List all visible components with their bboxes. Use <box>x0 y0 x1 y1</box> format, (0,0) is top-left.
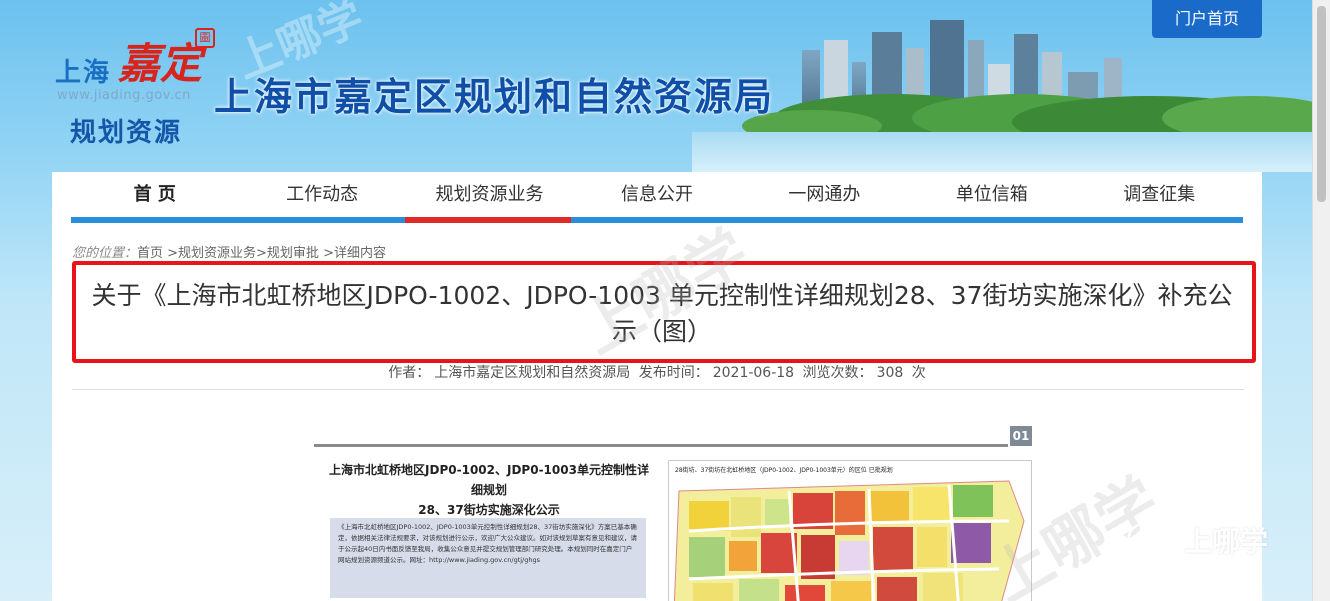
breadcrumb-label: 您的位置： <box>72 246 138 261</box>
logo-district-text: 嘉定 <box>118 39 203 88</box>
wechat-badge: 上哪学 <box>1126 520 1268 560</box>
map-caption: 28街坊、37街坊在北虹桥地区（JDP0-1002、JDP0-1003单元）的区… <box>675 467 893 474</box>
article-title: 关于《上海市北虹桥地区JDPO-1002、JDPO-1003 单元控制性详细规划… <box>91 281 1233 346</box>
published-label: 发布时间： <box>638 365 709 381</box>
published-value: 2021-06-18 <box>712 365 795 381</box>
logo-subtitle: 规划资源 <box>70 118 183 148</box>
author-label: 作者： <box>388 365 431 381</box>
nav-active-indicator <box>405 217 571 223</box>
main-nav: 首 页 工作动态 规划资源业务 信息公开 一网通办 单位信箱 调查征集 <box>71 172 1243 220</box>
site-title: 上海市嘉定区规划和自然资源局 <box>214 75 775 119</box>
breadcrumb: 您的位置：首页 >规划资源业务>规划审批 >详细内容 <box>72 242 386 261</box>
nav-item-home[interactable]: 首 页 <box>71 172 238 220</box>
nav-underline <box>71 217 1243 223</box>
content-card: 首 页 工作动态 规划资源业务 信息公开 一网通办 单位信箱 调查征集 您的位置… <box>52 172 1262 601</box>
views-value: 308 <box>876 365 904 381</box>
portal-home-button[interactable]: 门户首页 <box>1152 0 1262 38</box>
notice-top-rule <box>314 444 1008 447</box>
article-meta: 作者： 上海市嘉定区规划和自然资源局 发布时间： 2021-06-18 浏览次数： 3… <box>52 362 1262 382</box>
planning-map-image: 28街坊、37街坊在北虹桥地区（JDP0-1002、JDP0-1003单元）的区… <box>668 460 1032 601</box>
logo-url: www.jiading.gov.cn <box>57 88 191 103</box>
site-header: 上哪学 上海 嘉定 圖 www.jiading.gov.cn 规划资源 上海市嘉… <box>0 0 1312 172</box>
notice-heading-line1: 上海市北虹桥地区JDP0-1002、JDP0-1003单元控制性详细规划 <box>329 463 649 497</box>
land-use-map-graphic <box>673 480 1025 601</box>
scrollbar-thumb[interactable] <box>1317 6 1326 202</box>
breadcrumb-path[interactable]: 首页 >规划资源业务>规划审批 >详细内容 <box>137 246 386 261</box>
nav-item-info-disclosure[interactable]: 信息公开 <box>573 172 740 220</box>
meta-divider <box>72 389 1244 390</box>
nav-item-mailbox[interactable]: 单位信箱 <box>908 172 1075 220</box>
notice-page-number: 01 <box>1010 426 1032 446</box>
views-label: 浏览次数： <box>802 365 873 381</box>
views-unit: 次 <box>911 365 926 381</box>
wechat-name: 上哪学 <box>1184 525 1269 558</box>
nav-item-survey[interactable]: 调查征集 <box>1076 172 1243 220</box>
notice-heading-line2: 28、37街坊实施深化公示 <box>418 503 560 517</box>
logo-seal-icon: 圖 <box>195 28 215 48</box>
author-value: 上海市嘉定区规划和自然资源局 <box>434 365 631 381</box>
logo-city-text: 上海 <box>55 58 112 88</box>
page-scrollbar[interactable] <box>1312 0 1330 601</box>
notice-body-text: 《上海市北虹桥地区JDP0-1002、JDP0-1003单元控制性详细规划28、… <box>330 518 646 598</box>
nav-item-planning-business[interactable]: 规划资源业务 <box>406 172 573 220</box>
notice-image: 01 上海市北虹桥地区JDP0-1002、JDP0-1003单元控制性详细规划 … <box>314 426 1032 601</box>
nav-item-work-news[interactable]: 工作动态 <box>238 172 405 220</box>
notice-heading: 上海市北虹桥地区JDP0-1002、JDP0-1003单元控制性详细规划 28、… <box>324 460 654 520</box>
wechat-icon <box>1127 522 1174 556</box>
nav-item-one-stop-service[interactable]: 一网通办 <box>741 172 908 220</box>
